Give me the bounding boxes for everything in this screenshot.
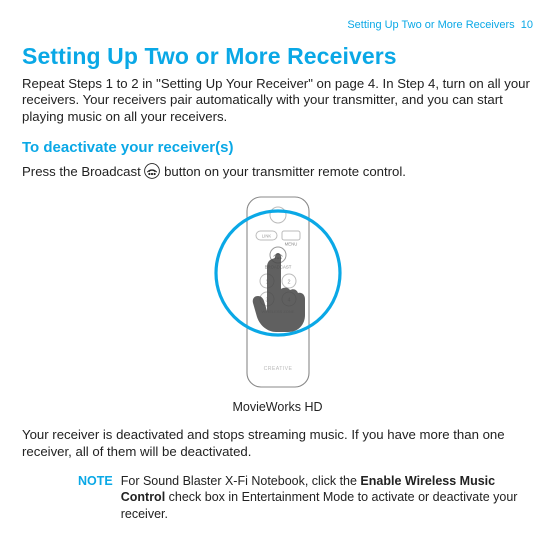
intro-paragraph: Repeat Steps 1 to 2 in "Setting Up Your …	[22, 76, 533, 127]
header-section: Setting Up Two or More Receivers 10	[22, 18, 533, 32]
press-instruction: Press the Broadcast button on your trans…	[22, 163, 533, 181]
note: NOTE For Sound Blaster X-Fi Notebook, cl…	[78, 473, 527, 522]
menu-label: MENU	[284, 242, 297, 247]
note-text: For Sound Blaster X-Fi Notebook, click t…	[121, 473, 527, 522]
note-prefix: For Sound Blaster X-Fi Notebook, click t…	[121, 474, 361, 488]
broadcast-icon	[144, 163, 160, 179]
svg-text:2: 2	[287, 280, 290, 286]
remote-figure: LINK MENU BROADCAST 1 2 3 4 WIRELESS ZON…	[22, 193, 533, 415]
note-label: NOTE	[78, 473, 113, 522]
figure-caption: MovieWorks HD	[22, 399, 533, 415]
brand-label: CREATIVE	[263, 366, 292, 372]
after-figure-paragraph: Your receiver is deactivated and stops s…	[22, 427, 533, 461]
press-after: button on your transmitter remote contro…	[164, 164, 406, 179]
header-page-number: 10	[521, 19, 533, 31]
header-section-label: Setting Up Two or More Receivers	[347, 19, 514, 31]
svg-text:LINK: LINK	[261, 234, 271, 239]
page-title: Setting Up Two or More Receivers	[22, 42, 533, 71]
sub-heading: To deactivate your receiver(s)	[22, 138, 533, 157]
note-suffix: check box in Entertainment Mode to activ…	[121, 490, 518, 520]
press-before: Press the Broadcast	[22, 164, 144, 179]
